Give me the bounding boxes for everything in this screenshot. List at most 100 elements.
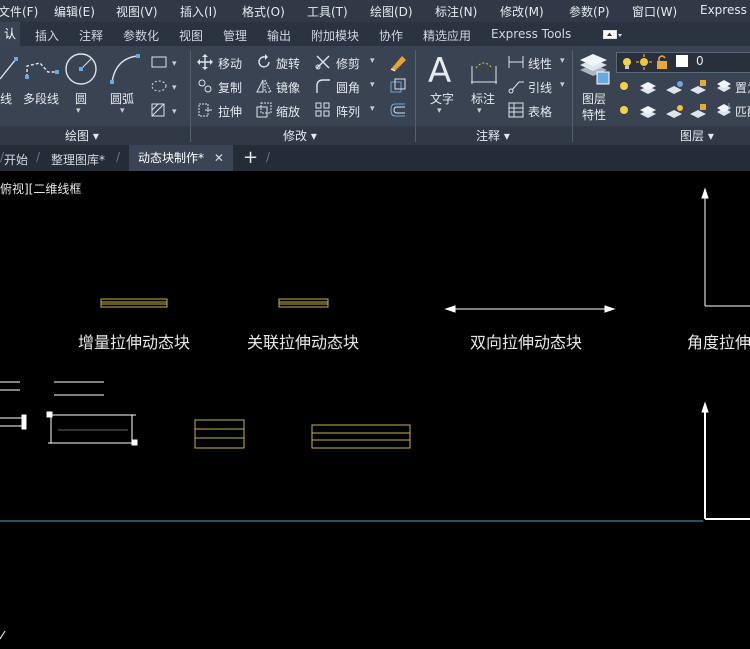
- add-tab-icon[interactable]: +: [243, 147, 258, 168]
- copy-label[interactable]: 复制: [218, 79, 242, 96]
- menu-modify[interactable]: 修改(M): [500, 3, 544, 20]
- doc-tab-start[interactable]: 开始: [4, 151, 28, 168]
- circle-dropdown-icon[interactable]: ▾: [76, 106, 81, 116]
- menu-express[interactable]: Express: [700, 3, 747, 17]
- mirror-label[interactable]: 镜像: [276, 79, 300, 96]
- explode-icon[interactable]: [389, 77, 407, 99]
- doc-tab-library[interactable]: 整理图库*: [51, 151, 105, 168]
- tab-output[interactable]: 输出: [267, 27, 291, 44]
- tab-annotate[interactable]: 注释: [79, 27, 103, 44]
- layer-tools-icon-row2[interactable]: [618, 102, 710, 124]
- fillet-label[interactable]: 圆角: [336, 79, 360, 96]
- annotation-panel-title[interactable]: 注释 ▾: [476, 127, 510, 144]
- rotate-label[interactable]: 旋转: [276, 55, 300, 72]
- tab-parametric[interactable]: 参数化: [123, 27, 159, 44]
- leader-dropdown-icon[interactable]: ▾: [560, 80, 565, 90]
- dimension-dropdown-icon[interactable]: ▾: [477, 106, 482, 116]
- scale-label[interactable]: 缩放: [276, 103, 300, 120]
- set-current-icon[interactable]: [716, 78, 732, 98]
- move-label[interactable]: 移动: [218, 55, 242, 72]
- array-label[interactable]: 阵列: [336, 103, 360, 120]
- array-icon[interactable]: [315, 102, 331, 122]
- doc-tab-dynamic-block[interactable]: 动态块制作* ✕: [129, 145, 233, 171]
- document-tab-bar: 开始 / / 整理图库* / 动态块制作* ✕ + /: [0, 145, 750, 171]
- match-layer-icon[interactable]: [716, 102, 732, 122]
- ribbon-minimize-icon[interactable]: [603, 29, 623, 39]
- text-dropdown-icon[interactable]: ▾: [437, 106, 442, 116]
- tab-express-tools[interactable]: Express Tools: [491, 27, 571, 41]
- tab-insert[interactable]: 插入: [35, 27, 59, 44]
- set-current-label[interactable]: 置为: [735, 79, 750, 96]
- tab-featured-apps[interactable]: 精选应用: [423, 27, 471, 44]
- bidirectional-stretch-line: [444, 305, 616, 313]
- linear-label[interactable]: 线性: [528, 55, 552, 72]
- stretch-label[interactable]: 拉伸: [218, 103, 242, 120]
- tab-manage[interactable]: 管理: [223, 27, 247, 44]
- table-icon[interactable]: [508, 102, 524, 122]
- layer-lock-icon[interactable]: [655, 54, 669, 74]
- trim-label[interactable]: 修剪: [336, 55, 360, 72]
- trim-icon[interactable]: [315, 54, 331, 74]
- trim-dropdown-icon[interactable]: ▾: [370, 56, 375, 66]
- tab-view[interactable]: 视图: [179, 27, 203, 44]
- circle-icon[interactable]: [64, 52, 98, 90]
- layer-sun-icon[interactable]: [636, 54, 652, 74]
- copy-icon[interactable]: [197, 78, 213, 98]
- layer-properties-label-1: 图层: [582, 92, 607, 106]
- erase-icon[interactable]: [388, 52, 408, 76]
- scale-icon[interactable]: [256, 102, 272, 122]
- rectangle-icon[interactable]: ▾: [150, 54, 180, 74]
- layer-on-icon[interactable]: [620, 55, 634, 74]
- offset-icon[interactable]: [389, 101, 407, 123]
- associative-stretch-block: [278, 298, 329, 308]
- tab-default[interactable]: 认: [0, 22, 21, 46]
- match-label[interactable]: 匹配: [735, 103, 750, 120]
- linear-dim-icon[interactable]: [508, 54, 524, 74]
- table-label[interactable]: 表格: [528, 103, 552, 120]
- polyline-icon[interactable]: [24, 54, 60, 88]
- stretch-icon[interactable]: [197, 102, 213, 122]
- circle-label: 圆: [75, 92, 88, 106]
- modify-panel-title[interactable]: 修改 ▾: [283, 127, 317, 144]
- drawing-geometry: [0, 187, 750, 640]
- rotate-icon[interactable]: [256, 54, 272, 74]
- canvas-label-associative: 关联拉伸动态块: [247, 333, 360, 352]
- tab-addins[interactable]: 附加模块: [311, 27, 359, 44]
- hatch-icon[interactable]: ▾: [150, 102, 180, 122]
- fillet-dropdown-icon[interactable]: ▾: [370, 80, 375, 90]
- leader-icon[interactable]: [508, 78, 524, 98]
- menu-view[interactable]: 视图(V): [116, 3, 158, 20]
- dimension-icon[interactable]: [468, 54, 500, 90]
- layer-properties-icon[interactable]: [577, 52, 611, 90]
- close-icon[interactable]: ✕: [214, 151, 224, 165]
- linear-dropdown-icon[interactable]: ▾: [560, 56, 565, 66]
- menu-format[interactable]: 格式(O): [242, 3, 285, 20]
- menu-draw[interactable]: 绘图(D): [370, 3, 413, 20]
- menu-file[interactable]: 文件(F): [0, 3, 38, 20]
- arc-icon[interactable]: [108, 52, 142, 90]
- text-icon[interactable]: A: [426, 51, 458, 91]
- tab-collaborate[interactable]: 协作: [379, 27, 403, 44]
- layer-color-swatch[interactable]: [676, 55, 688, 67]
- doc-tab-dynamic-block-label: 动态块制作*: [138, 151, 205, 165]
- menu-dimension[interactable]: 标注(N): [435, 3, 477, 20]
- menu-insert[interactable]: 插入(I): [180, 3, 217, 20]
- menu-edit[interactable]: 编辑(E): [54, 3, 95, 20]
- line-icon[interactable]: [0, 55, 20, 89]
- white-lines-left: [0, 381, 104, 396]
- draw-panel-title[interactable]: 绘图 ▾: [65, 127, 99, 144]
- leader-label[interactable]: 引线: [528, 79, 552, 96]
- move-icon[interactable]: [197, 54, 213, 74]
- fillet-icon[interactable]: [315, 78, 331, 98]
- menu-bar: 文件(F) 编辑(E) 视图(V) 插入(I) 格式(O) 工具(T) 绘图(D…: [0, 0, 750, 22]
- arc-dropdown-icon[interactable]: ▾: [120, 106, 125, 116]
- menu-tools[interactable]: 工具(T): [307, 3, 348, 20]
- mirror-icon[interactable]: [256, 78, 272, 98]
- canvas-label-bidirectional: 双向拉伸动态块: [470, 333, 583, 352]
- menu-window[interactable]: 窗口(W): [632, 3, 677, 20]
- ellipse-icon[interactable]: ▾: [150, 78, 180, 98]
- layer-tools-icon-row1[interactable]: [618, 78, 710, 100]
- layers-panel-title[interactable]: 图层 ▾: [680, 127, 714, 144]
- menu-parameters[interactable]: 参数(P): [569, 3, 610, 20]
- array-dropdown-icon[interactable]: ▾: [370, 104, 375, 114]
